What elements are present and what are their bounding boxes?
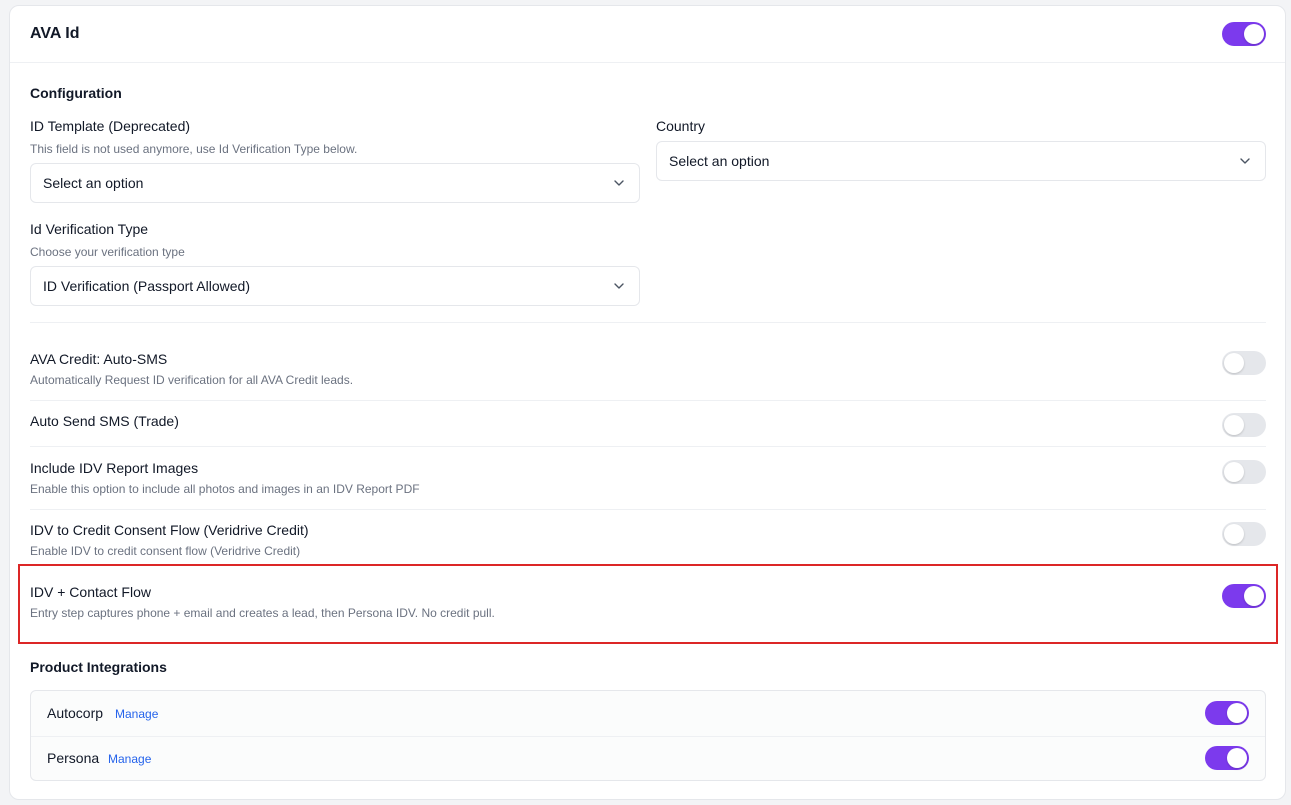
setting-label-credit-consent: IDV to Credit Consent Flow (Veridrive Cr… [30, 522, 309, 538]
manage-link[interactable]: Manage [108, 752, 151, 766]
setting-help-report-images: Enable this option to include all photos… [30, 482, 420, 496]
chevron-down-icon [614, 283, 624, 289]
card-title: AVA Id [30, 25, 80, 42]
highlight-box [18, 564, 1278, 644]
country-label: Country [656, 118, 706, 134]
id-template-value: Select an option [43, 175, 144, 191]
integrations-list: Autocorp Manage Persona Manage [30, 690, 1266, 781]
setting-help-contact-flow: Entry step captures phone + email and cr… [30, 606, 495, 620]
integration-name: Persona [47, 750, 100, 766]
divider [30, 446, 1266, 447]
credit-consent-toggle[interactable] [1222, 522, 1266, 546]
setting-label-contact-flow: IDV + Contact Flow [30, 584, 151, 600]
setting-help-credit-consent: Enable IDV to credit consent flow (Verid… [30, 544, 301, 558]
divider [30, 322, 1266, 323]
toggle-knob [1227, 703, 1247, 723]
setting-label-auto-send-trade: Auto Send SMS (Trade) [30, 413, 179, 429]
verification-type-help: Choose your verification type [30, 245, 185, 259]
chevron-down-icon [1240, 158, 1250, 164]
integration-row-persona: Persona Manage [31, 736, 1265, 781]
id-template-label: ID Template (Deprecated) [30, 118, 191, 134]
chevron-down-icon [614, 180, 624, 186]
country-value: Select an option [669, 153, 770, 169]
toggle-knob [1224, 462, 1244, 482]
toggle-knob [1244, 24, 1264, 44]
toggle-knob [1224, 524, 1244, 544]
id-template-select[interactable]: Select an option [30, 163, 640, 203]
toggle-knob [1224, 415, 1244, 435]
country-select[interactable]: Select an option [656, 141, 1266, 181]
setting-label-report-images: Include IDV Report Images [30, 460, 199, 476]
divider [30, 509, 1266, 510]
setting-help-auto-sms: Automatically Request ID verification fo… [30, 373, 354, 387]
contact-flow-toggle[interactable] [1222, 584, 1266, 608]
integration-row-autocorp: Autocorp Manage [31, 691, 1265, 736]
card-header: AVA Id [10, 6, 1285, 63]
manage-link[interactable]: Manage [115, 707, 158, 721]
divider [30, 400, 1266, 401]
persona-toggle[interactable] [1205, 746, 1249, 770]
toggle-knob [1244, 586, 1264, 606]
verification-type-select[interactable]: ID Verification (Passport Allowed) [30, 266, 640, 306]
verification-type-label: Id Verification Type [30, 221, 149, 237]
product-integrations-title: Product Integrations [30, 659, 167, 675]
auto-sms-toggle[interactable] [1222, 351, 1266, 375]
integration-name: Autocorp [47, 705, 104, 721]
toggle-knob [1227, 748, 1247, 768]
toggle-knob [1224, 353, 1244, 373]
verification-type-value: ID Verification (Passport Allowed) [43, 278, 250, 294]
autocorp-toggle[interactable] [1205, 701, 1249, 725]
setting-label-auto-sms: AVA Credit: Auto-SMS [30, 351, 168, 367]
ava-id-card: AVA Id Configuration ID Template (Deprec… [9, 5, 1286, 800]
configuration-title: Configuration [30, 85, 122, 101]
report-images-toggle[interactable] [1222, 460, 1266, 484]
id-template-help: This field is not used anymore, use Id V… [30, 142, 358, 156]
auto-send-trade-toggle[interactable] [1222, 413, 1266, 437]
ava-id-toggle[interactable] [1222, 22, 1266, 46]
